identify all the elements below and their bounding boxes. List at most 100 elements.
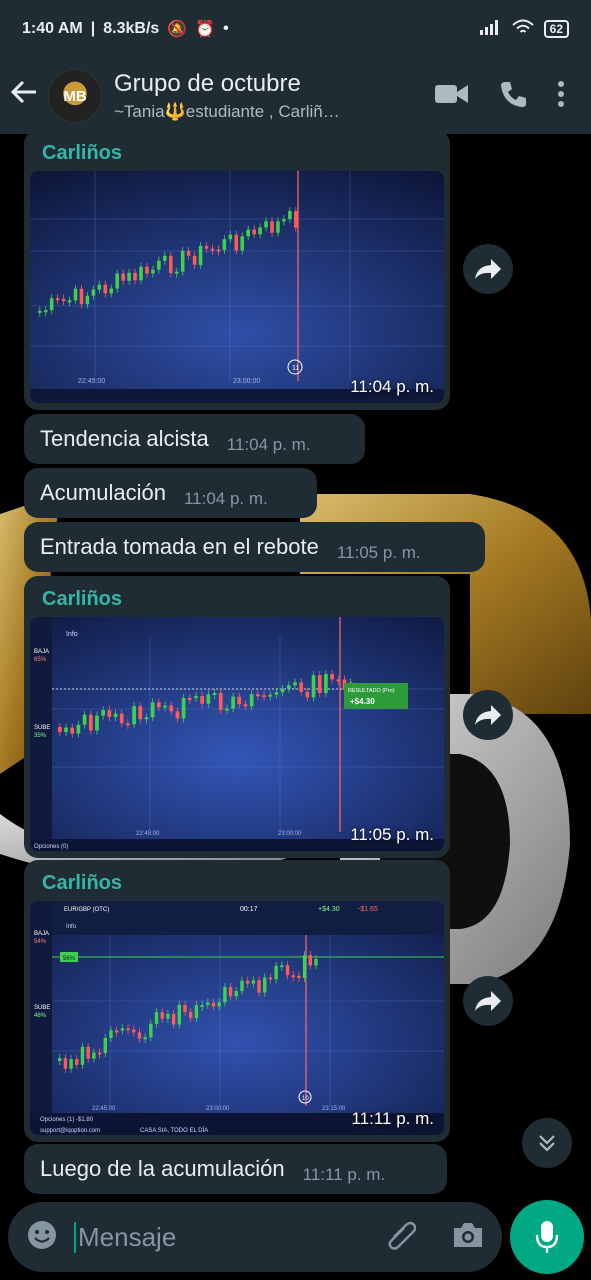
- sender-name: Carliños: [42, 872, 123, 894]
- forward-button[interactable]: [463, 690, 513, 740]
- candle: [234, 991, 238, 997]
- candle: [317, 675, 322, 694]
- sube-label: SUBE: [34, 1005, 50, 1011]
- candle: [132, 1029, 136, 1033]
- text-message[interactable]: Luego de la acumulación 11:11 p. m.: [24, 1144, 447, 1194]
- more-vertical-icon: [558, 80, 564, 107]
- voice-call-button[interactable]: [499, 80, 527, 113]
- loss: -$1.65: [358, 906, 378, 913]
- text-message[interactable]: Acumulación 11:04 p. m.: [24, 468, 317, 518]
- candle: [240, 236, 245, 251]
- text-message[interactable]: Tendencia alcista 11:04 p. m.: [24, 414, 365, 464]
- voice-message-button[interactable]: [510, 1200, 584, 1274]
- candle: [270, 221, 274, 233]
- back-button[interactable]: [0, 78, 48, 114]
- candle: [263, 977, 267, 993]
- camera-button[interactable]: [452, 1221, 484, 1254]
- forward-button[interactable]: [463, 244, 513, 294]
- options-label: Opciones (0): [34, 844, 68, 850]
- text-message[interactable]: Entrada tomada en el rebote 11:05 p. m.: [24, 522, 485, 572]
- support-email: support@iqoption.com: [40, 1128, 100, 1134]
- message-input-bar: Mensaje: [8, 1202, 502, 1272]
- candle: [144, 717, 149, 720]
- candle: [268, 694, 273, 697]
- candle: [132, 706, 136, 725]
- candle: [73, 288, 78, 301]
- status-bar: 1:40 AM | 8.3kB/s 🔕 ⏰ • 62: [0, 0, 591, 58]
- candle: [38, 310, 42, 313]
- candle: [103, 1037, 107, 1054]
- candle: [200, 1005, 204, 1008]
- image-message[interactable]: Carliños 22:45:00 23:00:00 11 11:04 p. m…: [24, 134, 450, 410]
- baja-percent: 54%: [34, 939, 47, 945]
- notification-icon: •: [223, 20, 229, 37]
- message-text: Acumulación: [40, 480, 166, 505]
- candle: [240, 980, 244, 992]
- candle: [137, 1032, 142, 1039]
- candle: [324, 673, 328, 694]
- attach-button[interactable]: [386, 1219, 417, 1256]
- scroll-to-bottom-button[interactable]: [522, 1118, 572, 1168]
- group-avatar[interactable]: MB: [48, 69, 102, 123]
- sender-name: Carliños: [42, 142, 123, 164]
- image-message[interactable]: Carliños EUR/GBP (OTC) Info 00:17 +$4.30…: [24, 860, 450, 1142]
- candle: [194, 1005, 199, 1019]
- baja-label: BAJA: [34, 649, 49, 655]
- candle: [119, 713, 124, 724]
- candle: [97, 284, 102, 290]
- video-call-button[interactable]: [435, 82, 469, 111]
- candle: [55, 298, 60, 301]
- network-speed: 8.3kB/s: [103, 20, 160, 37]
- chat-header: MB Grupo de octubre ~Tania🔱estudiante , …: [0, 58, 591, 134]
- candle: [160, 1012, 164, 1019]
- message-time: 11:05 p. m.: [336, 543, 421, 562]
- candle: [291, 975, 295, 978]
- candle: [58, 727, 62, 733]
- expiry-badge: 10: [302, 1096, 309, 1102]
- menu-button[interactable]: [557, 80, 565, 112]
- baja-percent: 65%: [34, 657, 47, 663]
- forward-button[interactable]: [463, 976, 513, 1026]
- image-message[interactable]: Carliños Info BAJA 65% SUBE 35% RESULTAD…: [24, 576, 450, 858]
- chart-screenshot: EUR/GBP (OTC) Info 00:17 +$4.30 -$1.65 B…: [30, 901, 444, 1135]
- group-info[interactable]: Grupo de octubre ~Tania🔱estudiante , Car…: [114, 70, 389, 122]
- share-icon: [475, 259, 501, 279]
- timer: 00:17: [240, 906, 258, 913]
- info-button: Info: [66, 631, 78, 638]
- result-label: RESULTADO (Pro): [348, 688, 395, 694]
- candle: [121, 273, 125, 281]
- candle: [314, 958, 318, 966]
- axis-time-label: 23:00:00: [233, 378, 260, 385]
- axis-time-label: 22:45:00: [78, 378, 105, 385]
- trading-chart-image[interactable]: 22:45:00 23:00:00 11 11:04 p. m.: [30, 171, 444, 403]
- candle: [280, 688, 285, 693]
- mute-icon: 🔕: [167, 21, 188, 38]
- message-text: Tendencia alcista: [40, 426, 209, 451]
- candle: [175, 711, 180, 719]
- emoji-button[interactable]: [26, 1219, 58, 1256]
- candle: [113, 713, 118, 717]
- candle: [79, 288, 84, 305]
- candle: [171, 1013, 176, 1025]
- candle: [204, 245, 209, 249]
- candle: [212, 692, 217, 695]
- message-input[interactable]: Mensaje: [74, 1221, 176, 1253]
- message-time: 11:04 p. m.: [183, 489, 268, 508]
- candle: [70, 727, 75, 734]
- candle: [80, 1046, 85, 1065]
- candle: [163, 705, 167, 708]
- candle: [133, 272, 137, 281]
- candle: [157, 702, 161, 708]
- candle: [222, 239, 227, 251]
- footer-text: CASA SIA, TODO EL DÍA: [140, 1127, 208, 1134]
- candle: [200, 695, 205, 704]
- chat-area[interactable]: Carliños 22:45:00 23:00:00 11 11:04 p. m…: [0, 134, 591, 1200]
- candle: [85, 295, 90, 305]
- share-icon: [475, 991, 501, 1011]
- trading-chart-image[interactable]: Info BAJA 65% SUBE 35% RESULTADO (Pro) +…: [30, 617, 444, 851]
- candle: [264, 221, 268, 228]
- candle: [75, 1059, 79, 1065]
- trading-chart-image[interactable]: EUR/GBP (OTC) Info 00:17 +$4.30 -$1.65 B…: [30, 901, 444, 1135]
- candle: [216, 249, 221, 252]
- candle: [276, 221, 280, 233]
